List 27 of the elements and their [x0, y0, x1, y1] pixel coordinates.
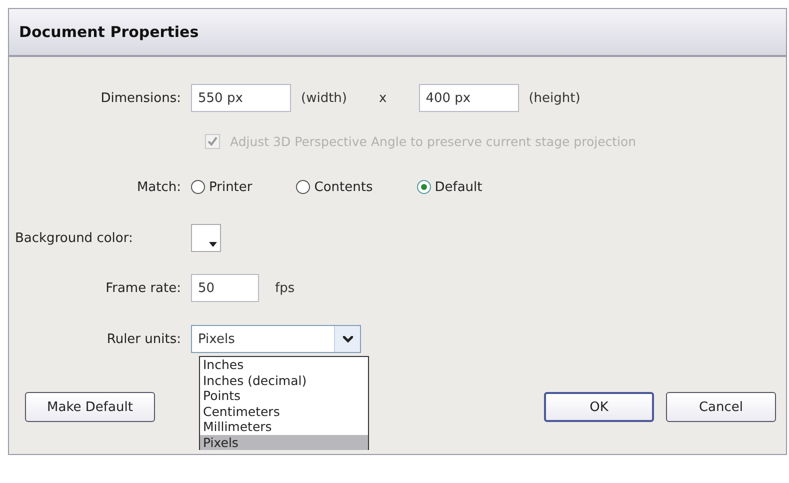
width-field[interactable]: 550 px: [191, 84, 291, 112]
window-title: Document Properties: [19, 23, 199, 41]
dialog-button[interactable]: OK: [544, 392, 654, 422]
field-label: Match:: [136, 180, 181, 194]
radio-option[interactable]: Contents: [296, 180, 373, 194]
dropdown-option[interactable]: Pixels: [200, 434, 368, 450]
radio-icon[interactable]: [296, 180, 310, 194]
radio-option[interactable]: Printer: [191, 180, 252, 194]
unit-label: fps: [275, 280, 295, 296]
radio-icon[interactable]: [416, 180, 431, 194]
field-label: Ruler units:: [106, 332, 181, 346]
chevron-down-icon[interactable]: [334, 326, 360, 352]
separator-label: x: [378, 90, 387, 106]
height-field[interactable]: 400 px: [418, 84, 519, 112]
frame-rate-field[interactable]: 50: [191, 274, 259, 302]
field-label: Background color:: [14, 230, 134, 246]
field-label: Frame rate:: [104, 280, 181, 296]
field-label: Dimensions:: [100, 90, 181, 106]
ruler-units-dropdown[interactable]: Pixels: [191, 325, 361, 353]
unit-label: (width): [301, 90, 347, 106]
radio-icon[interactable]: [191, 180, 205, 194]
dialog-button[interactable]: Make Default: [25, 392, 155, 422]
dialog-button[interactable]: Cancel: [666, 392, 776, 422]
checkbox-label: Adjust 3D Perspective Angle to preserve current stage projection: [230, 134, 636, 148]
radio-option[interactable]: Default: [416, 180, 482, 194]
unit-label: (height): [528, 90, 580, 106]
color-swatch[interactable]: [191, 224, 221, 252]
